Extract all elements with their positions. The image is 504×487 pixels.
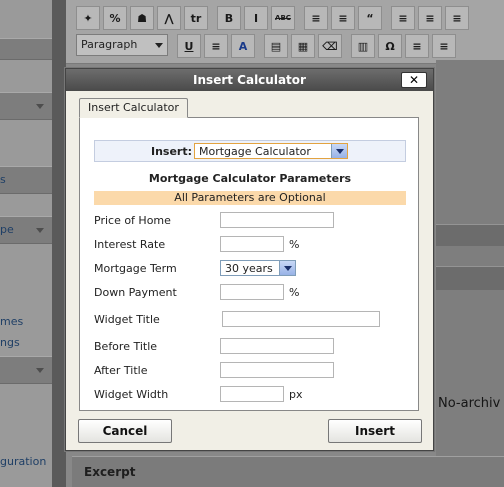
chevron-down-icon [155,43,163,48]
before-title-row: Before Title [94,338,406,356]
chevron-down-icon [36,368,44,373]
dialog-titlebar[interactable]: Insert Calculator ✕ [66,69,433,91]
bold-button[interactable]: B [217,6,241,30]
strikethrough-button[interactable]: ABC [271,6,295,30]
section-title: Mortgage Calculator Parameters [148,172,352,185]
down-payment-label: Down Payment [94,286,177,299]
before-title-input[interactable] [220,338,334,354]
tab-panel: Insert: Mortgage Calculator Mortgage Cal… [79,117,419,411]
align-right-button[interactable]: ≡ [445,6,469,30]
insert-row: Insert: Mortgage Calculator [94,140,406,162]
indent-icon[interactable]: ≡ [432,34,456,58]
interest-rate-unit: % [289,238,300,251]
interest-rate-label: Interest Rate [94,238,166,251]
widget-title-row: Widget Title [94,311,406,329]
toolbar-row-1: ✦ % ☗ ⋀ tr B I ABC ≡ ≡ “ ≡ ≡ ≡ [76,6,469,30]
sidebar-block [0,356,52,384]
price-of-home-row: Price of Home [94,212,406,230]
align-left-button[interactable]: ≡ [391,6,415,30]
price-of-home-label: Price of Home [94,214,171,227]
before-title-label: Before Title [94,340,158,353]
sidebar-fragment: pe [0,223,14,236]
interest-rate-input[interactable] [220,236,284,252]
widget-width-label: Widget Width [94,388,169,401]
chevron-down-icon [36,104,44,109]
bullet-list-button[interactable]: ≡ [304,6,328,30]
chevron-down-icon[interactable] [279,261,295,275]
italic-button[interactable]: I [244,6,268,30]
sidebar-block [0,166,52,194]
calculator-icon[interactable]: % [103,6,127,30]
map-pin-icon[interactable]: ☗ [130,6,154,30]
side-panel-bar [436,224,504,246]
mortgage-term-label: Mortgage Term [94,262,177,275]
calculator-type-select[interactable]: Mortgage Calculator [194,143,348,159]
insert-button[interactable]: Insert [328,419,422,443]
sidebar-block [0,38,52,60]
blockquote-button[interactable]: “ [358,6,382,30]
sidebar-link[interactable]: mes [0,315,23,328]
mortgage-term-value: 30 years [225,262,273,275]
insert-calculator-dialog: Insert Calculator ✕ Insert Calculator In… [65,68,434,451]
justify-button[interactable]: ≡ [204,34,228,58]
sidebar-link[interactable]: ngs [0,336,20,349]
mortgage-term-select[interactable]: 30 years [220,260,296,276]
mortgage-term-row: Mortgage Term 30 years [94,260,406,278]
chart-icon[interactable]: ⋀ [157,6,181,30]
close-button[interactable]: ✕ [401,72,427,88]
insert-label: Insert: [151,145,193,158]
widget-title-input[interactable] [222,311,380,327]
after-title-label: After Title [94,364,148,377]
format-select[interactable]: Paragraph [76,34,168,56]
toolbar-row-2: Paragraph U ≡ A ▤ ▦ ⌫ ▥ Ω ≡ ≡ [76,34,456,58]
after-title-input[interactable] [220,362,334,378]
sidebar-fragment: s [0,173,6,186]
admin-sidebar: s pe mes ngs guration [0,0,52,487]
after-title-row: After Title [94,362,406,380]
screen: s pe mes ngs guration ✦ % ☗ ⋀ tr B I ABC… [0,0,504,487]
side-panel-bar [436,266,504,290]
dialog-title: Insert Calculator [193,73,306,87]
close-icon: ✕ [408,73,420,87]
numbered-list-button[interactable]: ≡ [331,6,355,30]
paste-text-icon[interactable]: ▤ [264,34,288,58]
down-payment-unit: % [289,286,300,299]
format-select-value: Paragraph [81,38,138,51]
paste-word-icon[interactable]: ▦ [291,34,315,58]
text-color-button[interactable]: A [231,34,255,58]
chevron-down-icon[interactable] [331,144,347,158]
widget-width-row: Widget Width px [94,386,406,404]
underline-button[interactable]: U [177,34,201,58]
media-icon[interactable]: ▥ [351,34,375,58]
widget-title-label: Widget Title [94,313,160,326]
editor-toolbar: ✦ % ☗ ⋀ tr B I ABC ≡ ≡ “ ≡ ≡ ≡ Paragraph… [66,0,504,64]
tab-insert-calculator[interactable]: Insert Calculator [79,98,188,118]
plugin-icon[interactable]: ✦ [76,6,100,30]
sidebar-link[interactable]: guration [0,455,46,468]
cancel-button[interactable]: Cancel [78,419,172,443]
eraser-icon[interactable]: ⌫ [318,34,342,58]
translate-icon[interactable]: tr [184,6,208,30]
widget-width-unit: px [289,388,303,401]
down-payment-row: Down Payment % [94,284,406,302]
interest-rate-row: Interest Rate % [94,236,406,254]
price-of-home-input[interactable] [220,212,334,228]
widget-width-input[interactable] [220,386,284,402]
sidebar-block [0,92,52,120]
down-payment-input[interactable] [220,284,284,300]
excerpt-box-title[interactable]: Excerpt [72,456,504,487]
calculator-type-value: Mortgage Calculator [199,145,311,158]
special-char-icon[interactable]: Ω [378,34,402,58]
no-archive-label: No-archiv [438,396,501,411]
align-center-button[interactable]: ≡ [418,6,442,30]
optional-notice: All Parameters are Optional [94,191,406,205]
outdent-icon[interactable]: ≡ [405,34,429,58]
chevron-down-icon [36,228,44,233]
